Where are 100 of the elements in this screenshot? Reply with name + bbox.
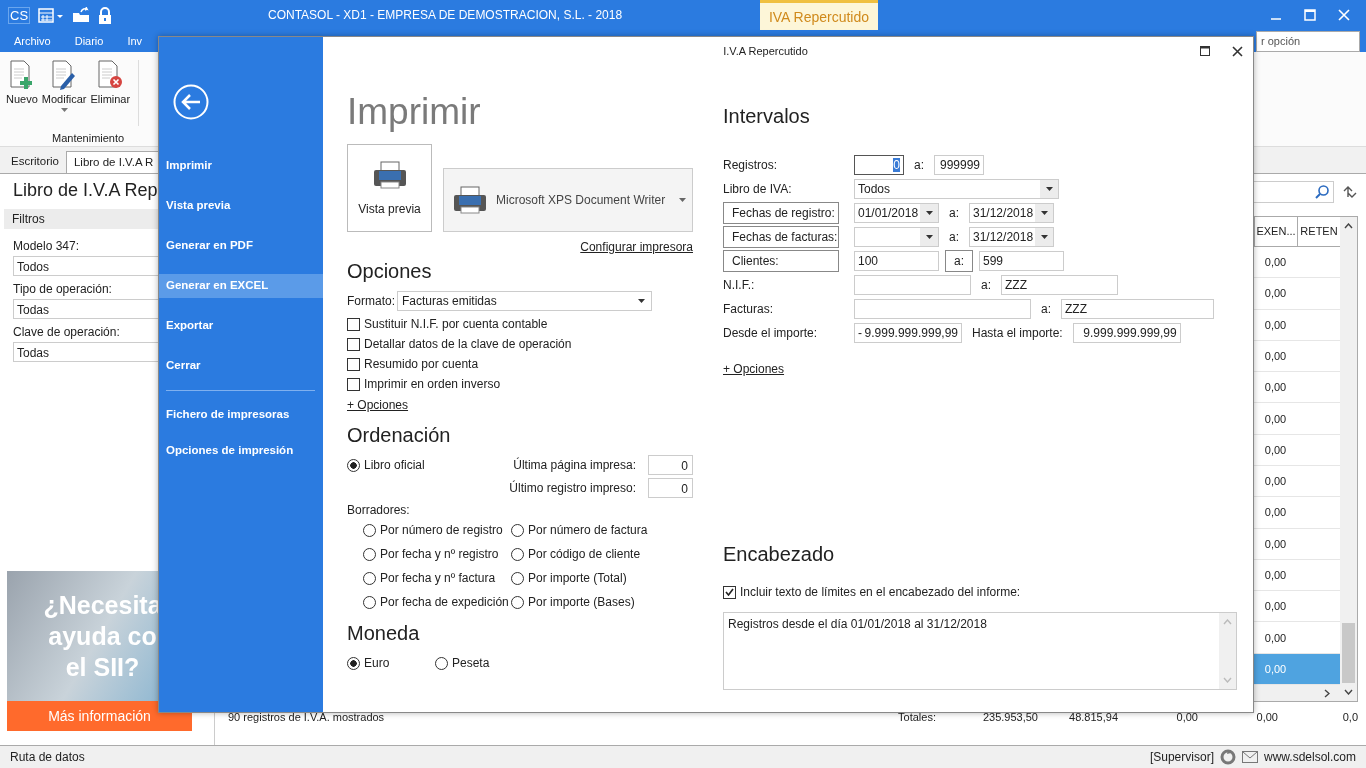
sidebar-item[interactable]: Imprimir xyxy=(159,154,323,178)
input-field[interactable]: 999999 xyxy=(934,155,984,175)
range-button[interactable]: Fechas de registro: xyxy=(723,202,839,224)
number-field[interactable]: 0 xyxy=(648,478,693,498)
table-cell-text: 0,00 xyxy=(1263,631,1288,644)
scroll-right-icon[interactable] xyxy=(1324,688,1330,698)
radio-label: Por número de factura xyxy=(528,523,648,537)
radio-button[interactable] xyxy=(511,547,524,561)
radio-button[interactable] xyxy=(435,656,448,670)
text-area[interactable]: Registros desde el día 01/01/2018 al 31/12/2018 xyxy=(723,612,1237,690)
radio-label: Peseta xyxy=(452,656,490,670)
scroll-down-icon[interactable] xyxy=(1344,689,1353,695)
ribbon-button[interactable]: Eliminar xyxy=(88,58,133,132)
ribbon-button[interactable]: Modificar xyxy=(39,58,89,132)
document-tab[interactable]: Escritorio xyxy=(4,151,66,173)
radio-button[interactable] xyxy=(347,656,360,670)
input-field[interactable]: 599 xyxy=(979,251,1064,271)
calendar-icon[interactable] xyxy=(38,7,65,23)
maximize-icon[interactable] xyxy=(1200,46,1210,56)
scrollbar-thumb[interactable] xyxy=(1342,623,1355,683)
scroll-up-icon[interactable] xyxy=(1344,223,1353,229)
menu-item[interactable]: Inv xyxy=(115,35,155,47)
checkbox[interactable] xyxy=(347,357,360,371)
app-logo[interactable]: CS xyxy=(8,6,31,24)
page-title: Libro de I.V.A Rep xyxy=(12,180,159,201)
more-options-link[interactable]: + Opciones xyxy=(347,398,693,412)
ribbon-button[interactable]: Nuevo xyxy=(4,58,40,132)
radio-button[interactable] xyxy=(363,523,376,537)
field-label: Clave de operación: xyxy=(13,324,120,341)
radio-label: Por fecha y nº registro xyxy=(380,547,499,561)
total-value: 235.953,50 xyxy=(981,711,1038,723)
field-label: Último registro impreso: xyxy=(509,481,636,495)
input-field[interactable] xyxy=(854,275,971,295)
envelope-icon[interactable] xyxy=(1241,751,1258,763)
lock-icon[interactable] xyxy=(98,6,113,24)
dropdown[interactable]: Todos xyxy=(854,179,1059,199)
caret-icon xyxy=(679,198,686,202)
configure-printer-link[interactable]: Configurar impresora xyxy=(580,240,693,254)
table-cell-text: 0,00 xyxy=(1263,412,1288,425)
input-field[interactable]: ZZZ xyxy=(1001,275,1118,295)
radio-button[interactable] xyxy=(363,595,376,609)
sidebar-item[interactable]: Opciones de impresión xyxy=(159,439,323,463)
radio-button[interactable] xyxy=(511,571,524,585)
number-field[interactable]: 0 xyxy=(648,455,693,475)
sidebar-item[interactable]: Fichero de impresoras xyxy=(159,403,323,427)
field-label: a: xyxy=(914,158,924,172)
range-button[interactable]: Fechas de facturas: xyxy=(723,226,839,248)
printer-icon xyxy=(452,185,488,215)
table-cell-text: 0,00 xyxy=(1263,443,1288,456)
radio-button[interactable] xyxy=(347,458,360,472)
checkbox[interactable] xyxy=(723,585,736,599)
more-options-link[interactable]: + Opciones xyxy=(723,362,1237,376)
close-icon[interactable] xyxy=(1232,45,1243,57)
refresh-circle-icon[interactable] xyxy=(1219,749,1236,765)
folder-icon[interactable] xyxy=(72,7,91,23)
table-cell-text: 0,00 xyxy=(1263,287,1288,300)
radio-button[interactable] xyxy=(511,523,524,537)
website-link[interactable]: www.sdelsol.com xyxy=(1263,750,1356,764)
section-heading: Opciones xyxy=(347,260,433,283)
dropdown[interactable]: 01/01/2018 xyxy=(854,203,939,223)
dropdown[interactable]: 31/12/2018 xyxy=(969,227,1054,247)
input-field[interactable]: ZZZ xyxy=(1061,299,1214,319)
section-heading: Moneda xyxy=(347,622,421,645)
radio-label: Euro xyxy=(364,656,390,670)
sidebar-item[interactable]: Generar en PDF xyxy=(159,234,323,258)
vertical-scrollbar[interactable] xyxy=(1340,217,1357,701)
search-field[interactable]: r opción xyxy=(1256,30,1360,52)
radio-button[interactable] xyxy=(511,595,524,609)
section-heading: Intervalos xyxy=(723,105,811,128)
input-field[interactable]: - 9.999.999.999,99 xyxy=(854,323,962,343)
total-value: 0,00 xyxy=(1175,711,1198,723)
preview-button[interactable]: Vista previa xyxy=(347,144,432,232)
radio-label: Por fecha y nº factura xyxy=(380,571,496,585)
input-field[interactable]: 100 xyxy=(854,251,939,271)
input-field[interactable]: 9.999.999.999,99 xyxy=(1072,323,1181,343)
input-field[interactable]: 0 xyxy=(854,155,904,175)
checkbox[interactable] xyxy=(347,377,360,391)
range-button[interactable]: Clientes: xyxy=(723,250,839,272)
delete-document-icon xyxy=(97,60,124,90)
search-icon[interactable] xyxy=(1315,185,1329,199)
checkbox[interactable] xyxy=(347,337,360,351)
status-text: Ruta de datos xyxy=(10,750,85,764)
caret-icon xyxy=(1040,211,1048,215)
refresh-icon[interactable] xyxy=(1342,185,1358,199)
printer-dropdown[interactable]: Microsoft XPS Document Writer xyxy=(443,168,693,232)
field-label: Facturas: xyxy=(723,302,774,316)
dropdown[interactable]: 31/12/2018 xyxy=(969,203,1054,223)
radio-label: Por código de cliente xyxy=(528,547,641,561)
range-button[interactable]: a: xyxy=(945,250,973,272)
menu-item[interactable]: Diario xyxy=(62,35,116,47)
table-cell-text: 0,00 xyxy=(1263,506,1288,519)
radio-button[interactable] xyxy=(363,571,376,585)
radio-button[interactable] xyxy=(363,547,376,561)
input-field[interactable] xyxy=(854,299,1031,319)
menu-item[interactable]: Archivo xyxy=(2,35,63,47)
checkbox[interactable] xyxy=(347,317,360,331)
field-label: Última página impresa: xyxy=(513,458,636,472)
table-cell-text: 0,00 xyxy=(1263,381,1288,394)
dropdown[interactable]: Facturas emitidas xyxy=(397,291,652,311)
promo-text: ayuda co xyxy=(48,620,157,652)
